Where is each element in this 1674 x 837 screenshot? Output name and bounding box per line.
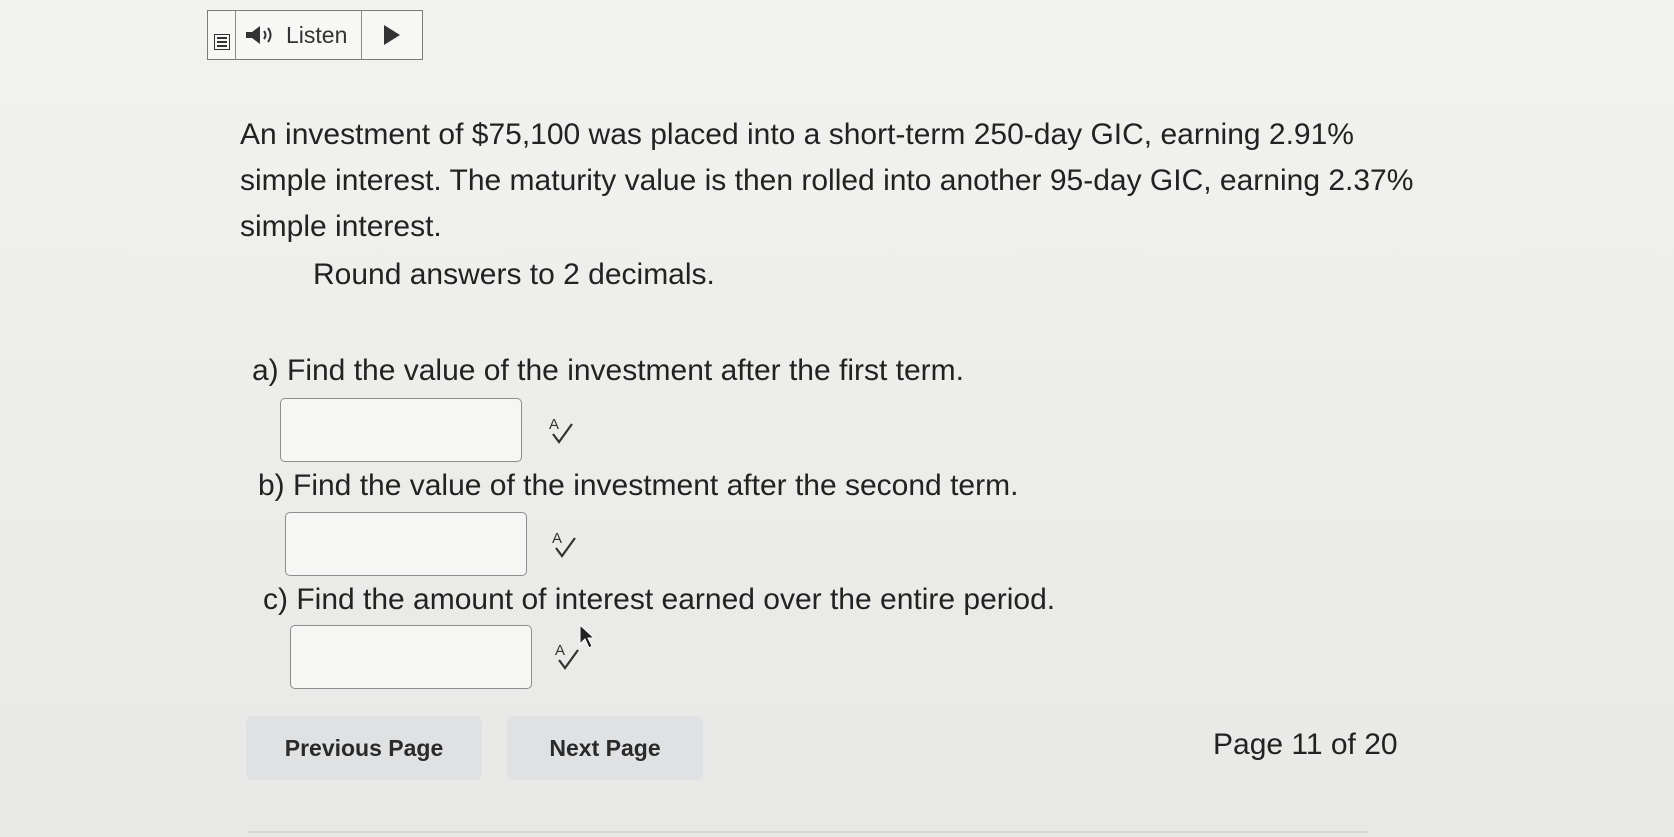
next-page-button[interactable]: Next Page: [507, 716, 703, 780]
menu-icon: [213, 34, 230, 50]
mouse-cursor-icon: [579, 624, 596, 649]
spellcheck-icon[interactable]: A: [546, 414, 576, 448]
play-button[interactable]: [362, 11, 422, 59]
listen-button[interactable]: Listen: [236, 11, 363, 59]
speaker-icon: [244, 23, 278, 47]
question-text: An investment of $75,100 was placed into…: [240, 118, 1414, 243]
toolbar-menu-button[interactable]: [208, 11, 236, 59]
svg-text:A: A: [552, 530, 562, 547]
previous-page-button[interactable]: Previous Page: [246, 716, 482, 780]
rounding-note: Round answers to 2 decimals.: [313, 258, 715, 291]
part-a-answer-input[interactable]: [280, 398, 522, 462]
svg-text:A: A: [555, 642, 565, 659]
part-c-label: c) Find the amount of interest earned ov…: [263, 583, 1056, 616]
play-icon: [384, 25, 401, 45]
listen-toolbar: Listen: [207, 10, 424, 60]
listen-label: Listen: [286, 21, 348, 48]
quiz-page: Listen An investment of $75,100 was plac…: [0, 0, 1674, 837]
divider: [248, 831, 1368, 833]
page-indicator: Page 11 of 20: [1213, 728, 1398, 761]
part-b-answer-input[interactable]: [285, 512, 527, 576]
part-b-label: b) Find the value of the investment afte…: [258, 469, 1019, 502]
part-c-answer-input[interactable]: [290, 625, 532, 689]
spellcheck-icon[interactable]: A: [549, 528, 579, 562]
svg-text:A: A: [549, 416, 559, 433]
part-a-label: a) Find the value of the investment afte…: [252, 354, 964, 387]
